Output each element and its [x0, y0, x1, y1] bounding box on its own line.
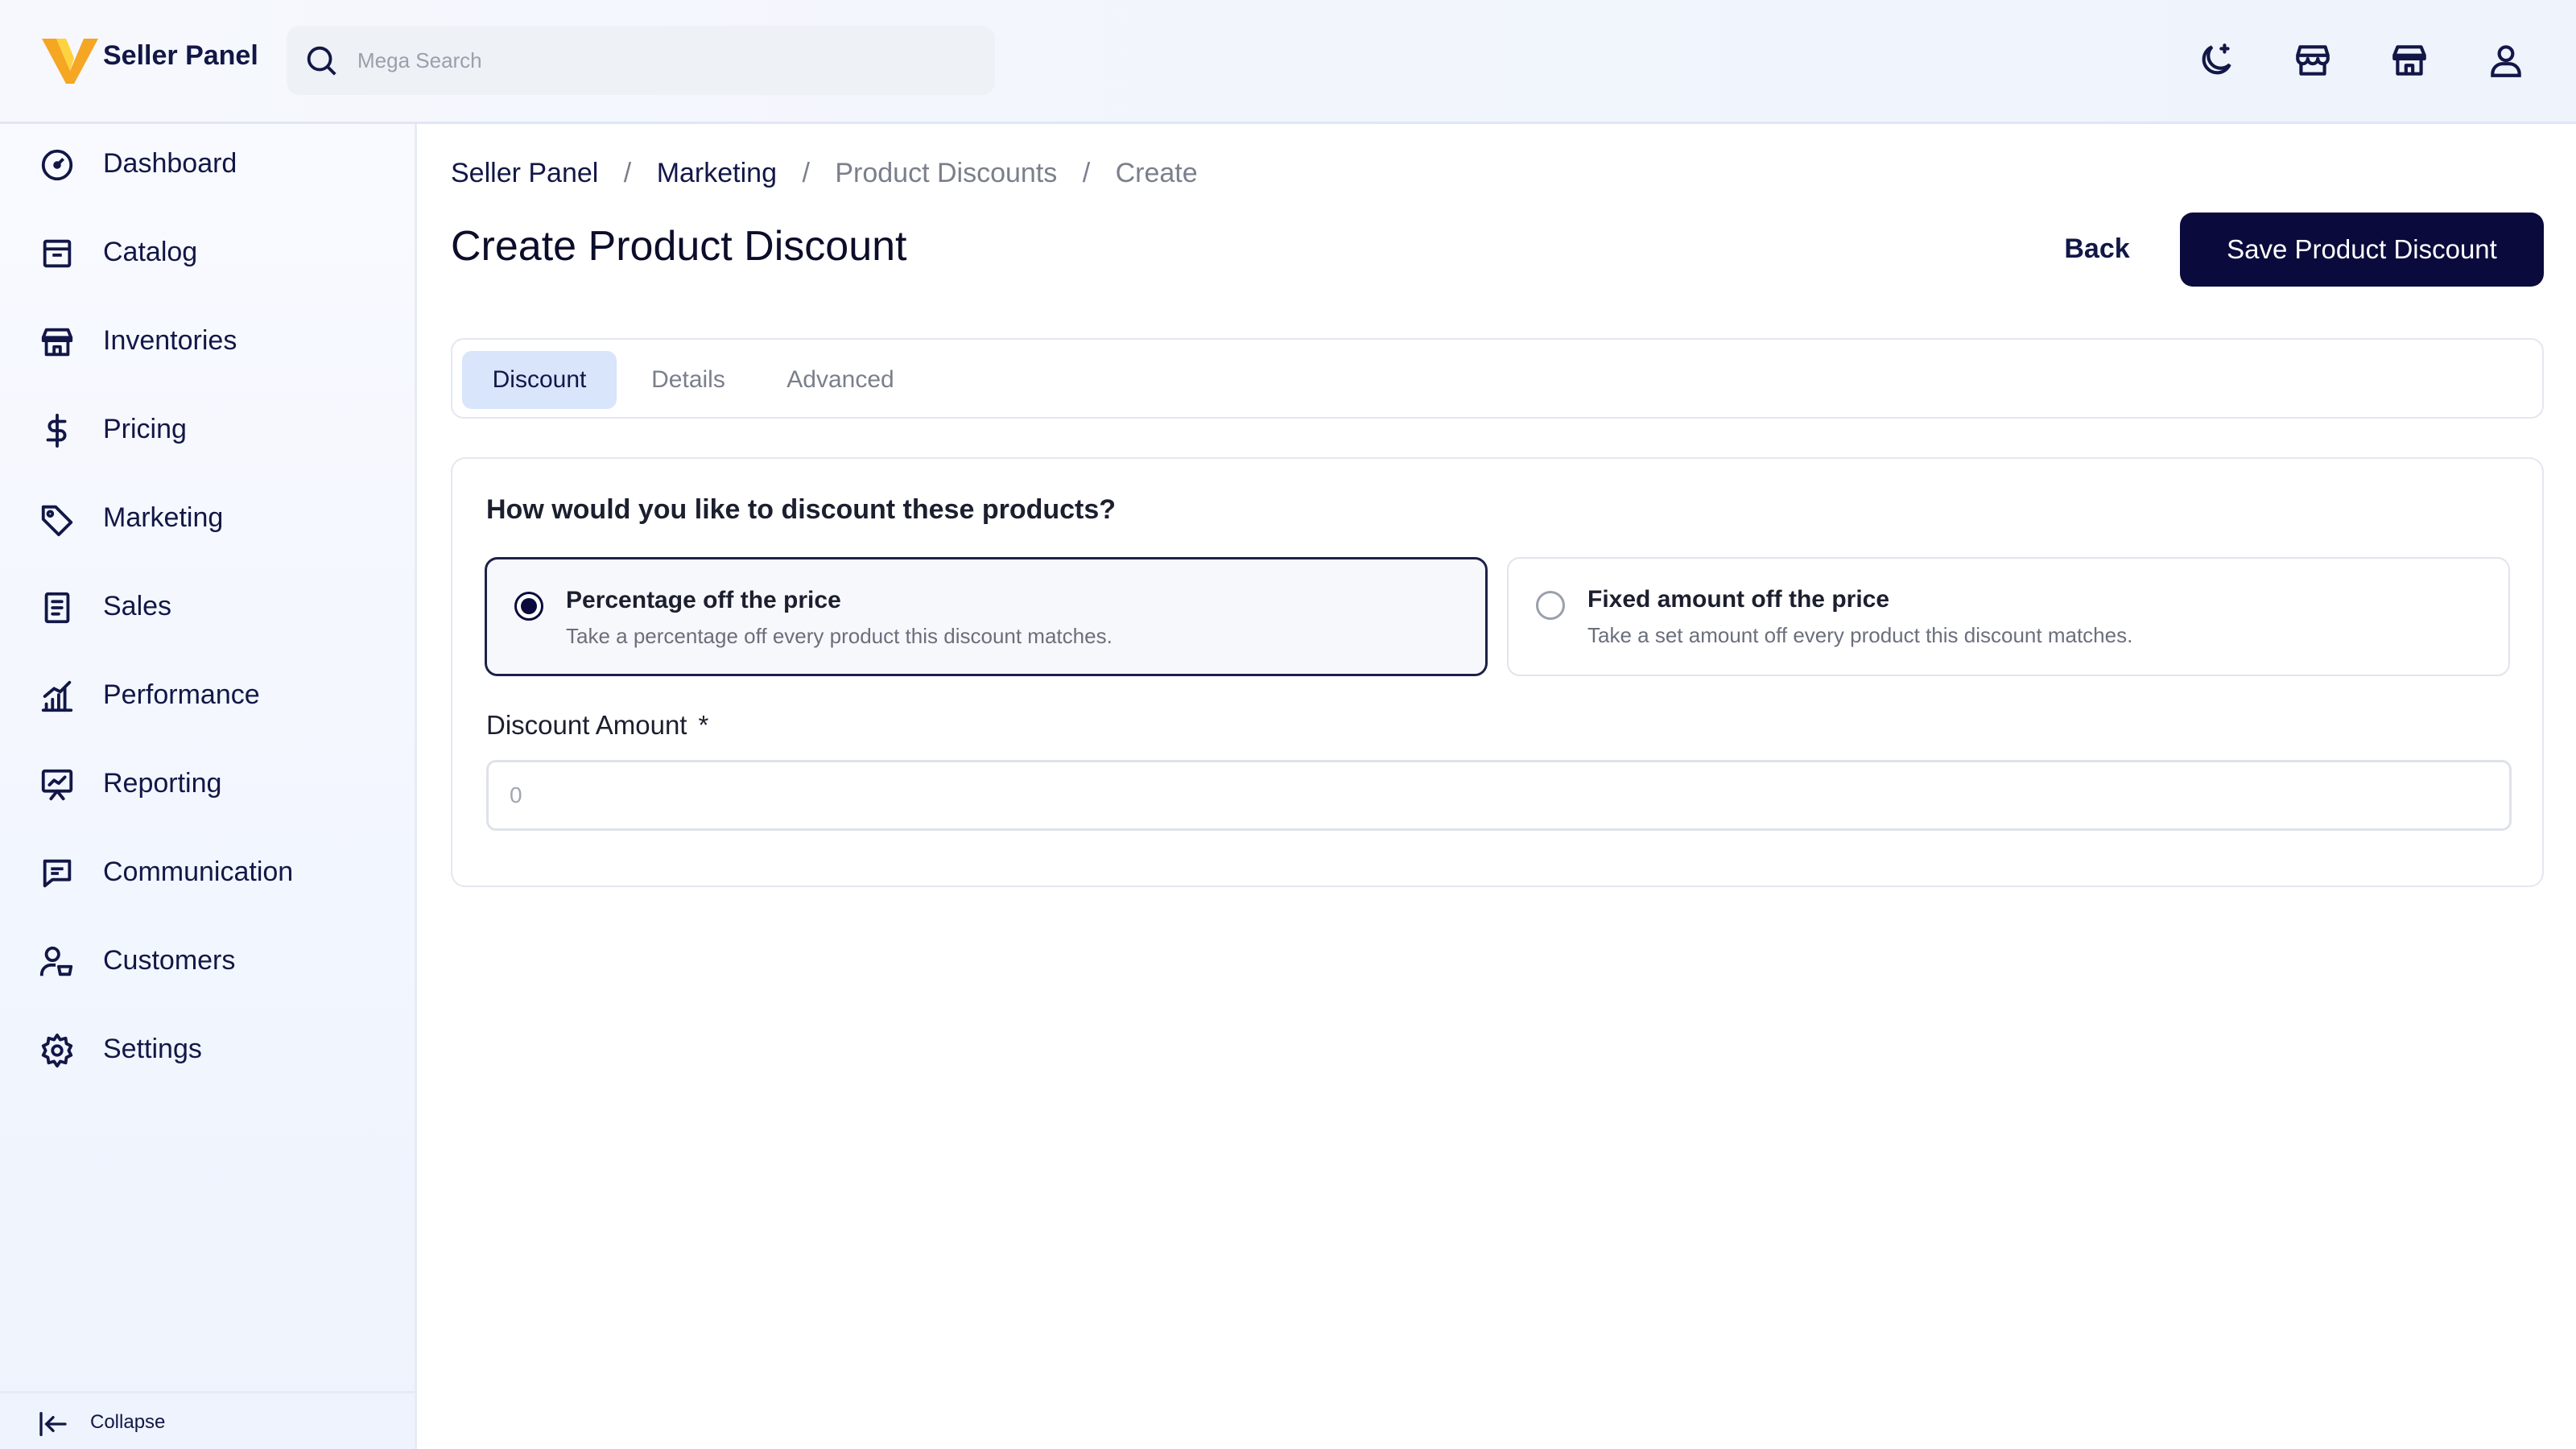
option-fixed-amount[interactable]: Fixed amount off the price Take a set am… [1507, 557, 2510, 676]
sidebar-item-inventories[interactable]: Inventories [0, 301, 415, 382]
option-percentage[interactable]: Percentage off the price Take a percenta… [485, 557, 1488, 676]
sidebar-item-performance[interactable]: Performance [0, 655, 415, 736]
option-title: Percentage off the price [566, 587, 841, 613]
sidebar-item-label: Pricing [103, 414, 187, 444]
sidebar-item-customers[interactable]: Customers [0, 921, 415, 1001]
tab-details[interactable]: Details [623, 351, 753, 409]
sidebar-item-label: Sales [103, 591, 172, 621]
back-button[interactable]: Back [2045, 214, 2149, 283]
breadcrumb: Seller Panel / Marketing / Product Disco… [451, 158, 1198, 189]
message-icon [43, 859, 72, 888]
sidebar-item-catalog[interactable]: Catalog [0, 213, 415, 293]
top-header: Seller Panel [0, 0, 2576, 124]
sidebar-item-label: Settings [103, 1034, 202, 1064]
tag-icon [41, 505, 73, 537]
sidebar-item-pricing[interactable]: Pricing [0, 390, 415, 470]
save-product-discount-button[interactable]: Save Product Discount [2180, 213, 2544, 287]
discount-amount-label: Discount Amount * [486, 710, 708, 741]
sidebar-item-label: Customers [103, 945, 236, 976]
tab-advanced[interactable]: Advanced [760, 351, 921, 409]
sidebar-item-reporting[interactable]: Reporting [0, 744, 415, 824]
radio-percentage[interactable] [514, 592, 543, 621]
app-title[interactable]: Seller Panel [103, 40, 258, 72]
discount-amount-input[interactable] [486, 760, 2512, 831]
chart-icon [41, 680, 73, 712]
warehouse-icon[interactable] [2389, 40, 2429, 80]
catalog-icon [43, 239, 72, 268]
option-description: Take a set amount off every product this… [1587, 623, 2133, 647]
dollar-icon [46, 413, 67, 448]
sidebar-item-dashboard[interactable]: Dashboard [0, 124, 415, 204]
sidebar-item-sales[interactable]: Sales [0, 567, 415, 647]
radio-fixed-amount[interactable] [1536, 591, 1565, 620]
sidebar-item-marketing[interactable]: Marketing [0, 478, 415, 559]
breadcrumb-item-marketing[interactable]: Marketing [657, 158, 777, 189]
sidebar-item-label: Communication [103, 857, 294, 887]
inventories-icon [41, 328, 73, 357]
discount-form-card: How would you like to discount these pro… [451, 457, 2544, 887]
search-icon [307, 46, 336, 76]
sidebar: Dashboard Catalog Inventories Pricing Ma… [0, 124, 417, 1449]
sidebar-item-label: Reporting [103, 768, 222, 799]
breadcrumb-item-product-discounts[interactable]: Product Discounts [835, 158, 1057, 189]
breadcrumb-item-create: Create [1115, 158, 1198, 188]
sidebar-item-label: Marketing [103, 502, 224, 533]
logo-icon[interactable] [42, 34, 98, 84]
breadcrumb-separator: / [623, 158, 632, 188]
search-bar[interactable] [287, 26, 995, 95]
breadcrumb-item-seller-panel[interactable]: Seller Panel [451, 158, 598, 189]
sidebar-item-label: Performance [103, 679, 260, 710]
gear-icon [41, 1033, 73, 1068]
sidebar-item-label: Catalog [103, 237, 198, 267]
option-description: Take a percentage off every product this… [566, 624, 1113, 648]
collapse-label: Collapse [90, 1411, 166, 1433]
store-icon[interactable] [2293, 40, 2333, 80]
receipt-icon [44, 592, 70, 624]
presentation-icon [41, 769, 73, 801]
collapse-button[interactable]: Collapse [0, 1391, 415, 1449]
dashboard-icon [41, 149, 73, 181]
sidebar-item-settings[interactable]: Settings [0, 1009, 415, 1090]
breadcrumb-separator: / [1082, 158, 1091, 188]
sidebar-item-label: Dashboard [103, 148, 237, 179]
required-mark: * [698, 710, 709, 740]
tab-discount[interactable]: Discount [462, 351, 617, 409]
option-title: Fixed amount off the price [1587, 586, 1890, 613]
page-title: Create Product Discount [451, 223, 907, 270]
sidebar-item-label: Inventories [103, 325, 237, 356]
moon-icon[interactable] [2196, 40, 2236, 80]
customers-icon [39, 946, 73, 976]
tab-bar: Discount Details Advanced [451, 338, 2544, 419]
search-input[interactable] [357, 26, 969, 95]
sidebar-item-communication[interactable]: Communication [0, 832, 415, 913]
collapse-arrow-icon [39, 1412, 67, 1436]
discount-question: How would you like to discount these pro… [486, 494, 1117, 525]
breadcrumb-separator: / [802, 158, 810, 188]
discount-amount-label-text: Discount Amount [486, 710, 687, 740]
user-icon[interactable] [2486, 40, 2526, 80]
